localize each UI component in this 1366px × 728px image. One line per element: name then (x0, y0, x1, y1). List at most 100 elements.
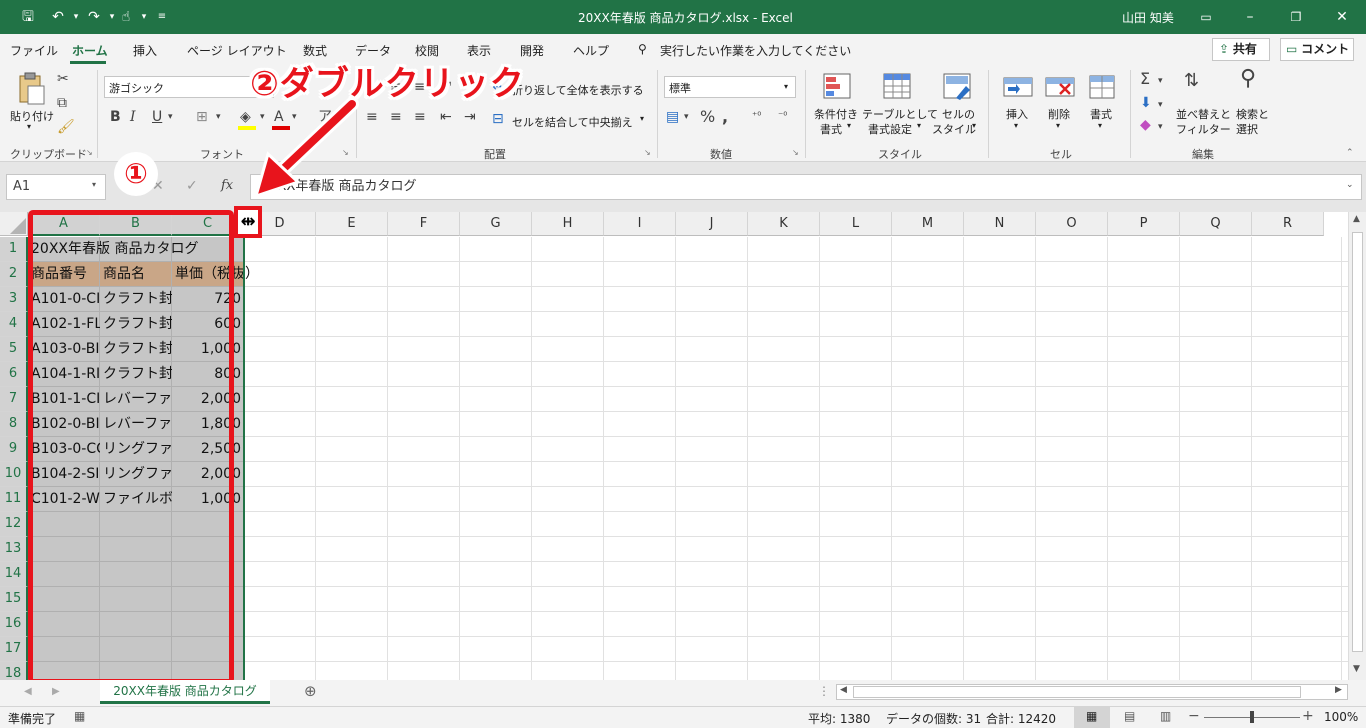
column-header-g[interactable]: G (460, 212, 532, 236)
border-dropdown-icon[interactable]: ▾ (216, 108, 221, 126)
format-cells-icon[interactable] (1086, 72, 1118, 102)
row-header-16[interactable]: 16 (0, 612, 28, 637)
increase-indent-icon[interactable]: ⇥ (464, 108, 476, 126)
macro-record-icon[interactable]: ▦ (74, 709, 85, 723)
row-header-8[interactable]: 8 (0, 412, 28, 437)
tab-next-icon[interactable]: ▶ (52, 686, 60, 697)
zoom-in-icon[interactable]: + (1302, 708, 1314, 724)
column-header-p[interactable]: P (1108, 212, 1180, 236)
close-icon[interactable]: ✕ (1332, 7, 1352, 27)
insert-cells-icon[interactable] (1002, 72, 1034, 102)
formula-input[interactable]: 20XX年春版 商品カタログ (250, 174, 1362, 200)
align-center-icon[interactable]: ≡ (390, 108, 402, 126)
row-header-9[interactable]: 9 (0, 437, 28, 462)
redo-icon[interactable]: ↷ (84, 7, 104, 27)
paste-dropdown-icon[interactable]: ▾ (27, 122, 31, 131)
format-as-table-label-1[interactable]: テーブルとして (862, 106, 938, 122)
zoom-slider-thumb[interactable] (1250, 711, 1254, 723)
undo-icon[interactable]: ↶ (48, 7, 68, 27)
column-header-l[interactable]: L (820, 212, 892, 236)
new-sheet-icon[interactable]: ⊕ (304, 682, 317, 700)
find-select-label-2[interactable]: 選択 (1236, 121, 1258, 137)
percent-style-icon[interactable]: % (700, 108, 715, 126)
fill-icon[interactable]: ⬇ (1140, 94, 1152, 112)
italic-button[interactable]: I (130, 108, 136, 126)
copy-icon[interactable]: ⧉ (57, 94, 67, 112)
number-format-dropdown-icon[interactable]: ▾ (784, 82, 788, 91)
row-header-17[interactable]: 17 (0, 637, 28, 662)
decrease-indent-icon[interactable]: ⇤ (440, 108, 452, 126)
delete-cells-button[interactable]: 削除 (1048, 106, 1070, 122)
insert-cells-button[interactable]: 挿入 (1006, 106, 1028, 122)
number-format-select[interactable]: 標準 (664, 76, 796, 98)
row-header-4[interactable]: 4 (0, 312, 28, 337)
restore-icon[interactable]: ❐ (1286, 7, 1306, 27)
expand-formula-bar-icon[interactable]: ⌄ (1346, 180, 1354, 190)
bold-button[interactable]: B (110, 108, 121, 126)
horizontal-scrollbar[interactable]: ◀ ▶ (836, 684, 1348, 700)
horizontal-scroll-thumb[interactable] (853, 686, 1301, 698)
tab-insert[interactable]: 挿入 (133, 42, 157, 59)
sort-filter-label-2[interactable]: フィルター (1176, 121, 1231, 137)
row-header-2[interactable]: 2 (0, 262, 28, 287)
zoom-level[interactable]: 100% (1324, 710, 1358, 724)
user-name[interactable]: 山田 知美 (1122, 9, 1174, 26)
row-header-15[interactable]: 15 (0, 587, 28, 612)
paste-button[interactable]: 貼り付け (10, 108, 54, 124)
column-header-q[interactable]: Q (1180, 212, 1252, 236)
conditional-format-label-1[interactable]: 条件付き (814, 106, 858, 122)
row-header-1[interactable]: 1 (0, 237, 28, 262)
column-header-j[interactable]: J (676, 212, 748, 236)
row-header-7[interactable]: 7 (0, 387, 28, 412)
insert-function-icon[interactable]: fx (221, 178, 233, 193)
customize-qat-icon[interactable]: ≡ (152, 7, 172, 27)
scroll-right-icon[interactable]: ▶ (1335, 685, 1342, 695)
share-button[interactable]: ⇪ 共有 (1212, 38, 1270, 61)
page-break-view-icon[interactable]: ▥ (1160, 709, 1171, 723)
merge-center-icon[interactable]: ⊟ (492, 110, 504, 128)
font-name-select[interactable]: 游ゴシック (104, 76, 274, 98)
clear-dropdown-icon[interactable]: ▾ (1158, 118, 1163, 136)
wrap-text-button[interactable]: 折り返して全体を表示する (512, 82, 644, 98)
vertical-scrollbar[interactable]: ▲ ▼ (1348, 212, 1366, 680)
column-header-e[interactable]: E (316, 212, 388, 236)
row-header-10[interactable]: 10 (0, 462, 28, 487)
merge-center-button[interactable]: セルを結合して中央揃え (512, 114, 633, 130)
name-box[interactable]: A1 (6, 174, 106, 200)
tell-me-search[interactable]: 実行したい作業を入力してください (660, 42, 851, 59)
collapse-ribbon-icon[interactable]: ⌃ (1346, 148, 1354, 158)
autosum-dropdown-icon[interactable]: ▾ (1158, 72, 1163, 90)
row-header-18[interactable]: 18 (0, 662, 28, 680)
row-header-11[interactable]: 11 (0, 487, 28, 512)
tab-split-handle-icon[interactable]: ⋮ (818, 684, 830, 698)
conditional-format-dropdown-icon[interactable]: ▾ (847, 121, 851, 130)
row-header-3[interactable]: 3 (0, 287, 28, 312)
row-header-12[interactable]: 12 (0, 512, 28, 537)
format-cells-button[interactable]: 書式 (1090, 106, 1112, 122)
touch-dropdown-icon[interactable]: ▾ (134, 7, 154, 27)
scroll-up-icon[interactable]: ▲ (1353, 214, 1360, 224)
column-header-m[interactable]: M (892, 212, 964, 236)
row-header-5[interactable]: 5 (0, 337, 28, 362)
scroll-left-icon[interactable]: ◀ (840, 685, 847, 695)
format-as-table-icon[interactable] (882, 72, 912, 102)
increase-decimal-icon[interactable]: ⁺⁰ (752, 108, 761, 126)
row-header-13[interactable]: 13 (0, 537, 28, 562)
tab-prev-icon[interactable]: ◀ (24, 686, 32, 697)
row-header-14[interactable]: 14 (0, 562, 28, 587)
conditional-format-label-2[interactable]: 書式 (820, 121, 842, 137)
conditional-format-icon[interactable] (822, 72, 852, 102)
merge-dropdown-icon[interactable]: ▾ (640, 114, 644, 123)
row-header-6[interactable]: 6 (0, 362, 28, 387)
clear-icon[interactable]: ◆ (1140, 116, 1151, 134)
name-box-dropdown-icon[interactable]: ▾ (92, 180, 96, 189)
cell-styles-dropdown-icon[interactable]: ▾ (972, 121, 976, 130)
paste-icon[interactable] (16, 72, 46, 106)
underline-button[interactable]: U (152, 108, 162, 126)
border-icon[interactable]: ⊞ (196, 108, 208, 126)
column-header-f[interactable]: F (388, 212, 460, 236)
column-header-o[interactable]: O (1036, 212, 1108, 236)
accounting-format-icon[interactable]: ▤ (666, 108, 679, 126)
lightbulb-search-icon[interactable]: ⚲ (638, 42, 647, 56)
comma-style-icon[interactable]: , (722, 108, 728, 126)
